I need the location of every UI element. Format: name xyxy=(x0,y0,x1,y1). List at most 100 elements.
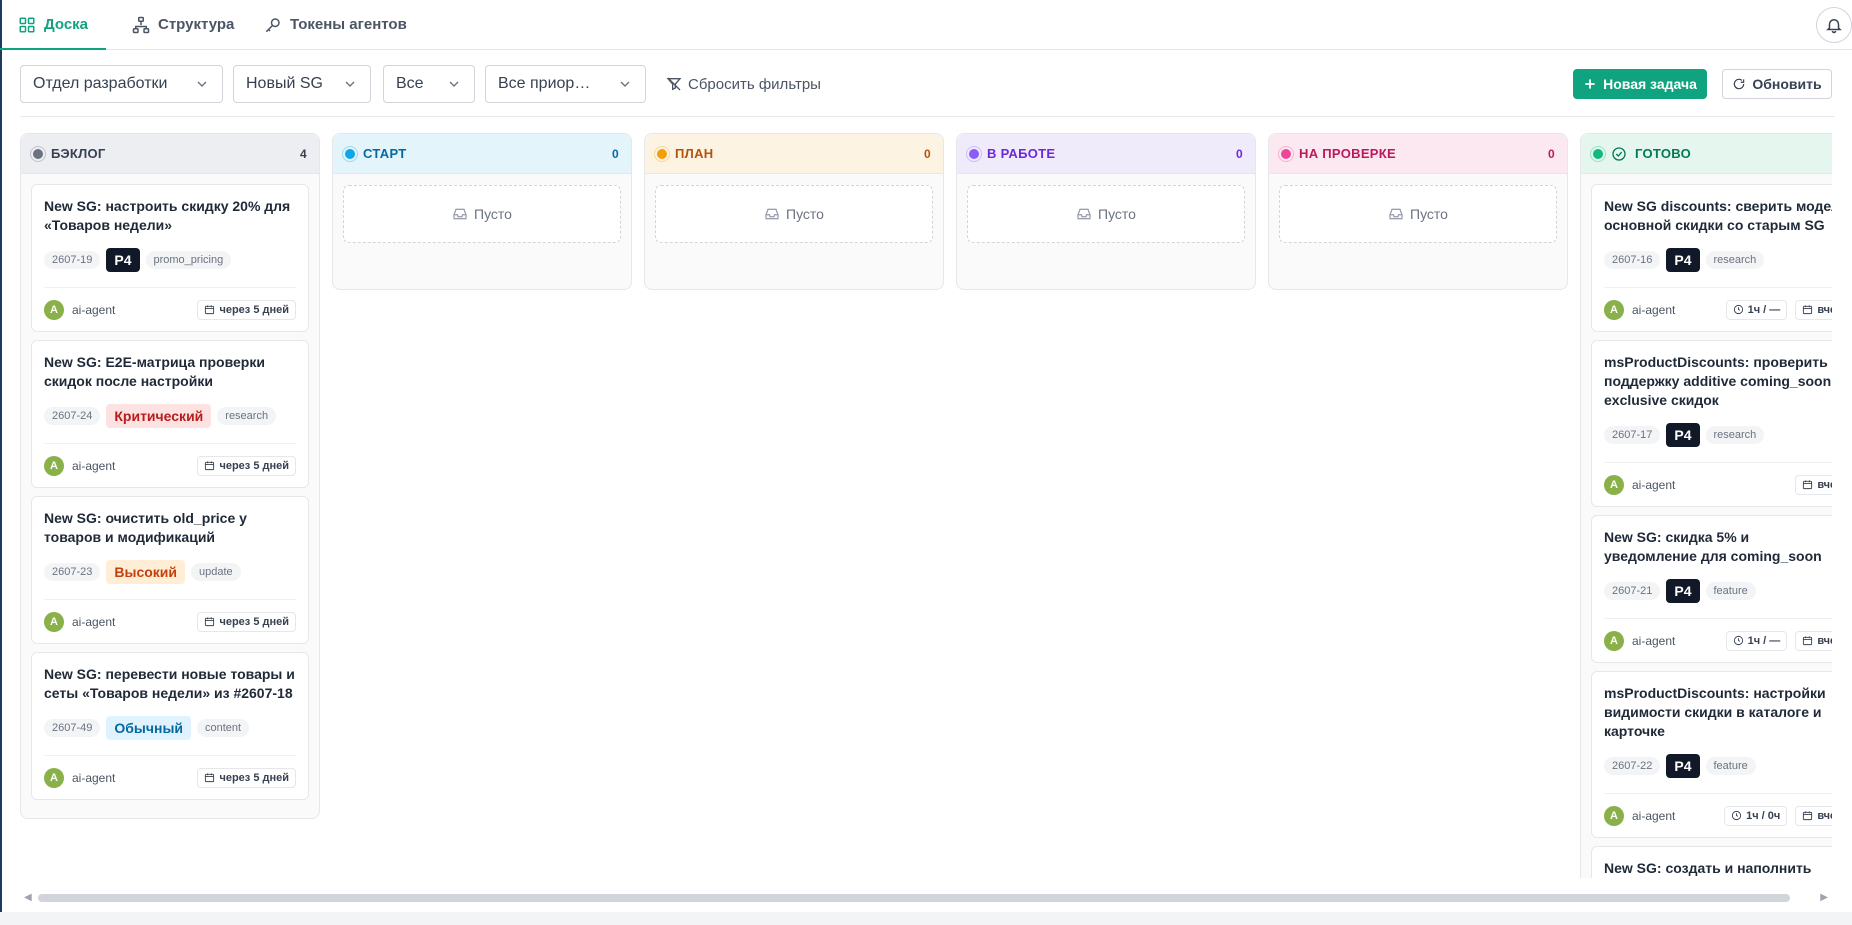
column-header[interactable]: СТАРТ 0 xyxy=(333,134,631,174)
task-card[interactable]: New SG discounts: сверить модель основной… xyxy=(1591,184,1832,332)
assignee-name: ai-agent xyxy=(72,302,116,317)
column-count: 0 xyxy=(1548,146,1555,161)
task-card[interactable]: msProductDiscounts: настройки видимости с… xyxy=(1591,671,1832,838)
time-estimate: 1ч / — xyxy=(1725,630,1788,651)
assignee-name: ai-agent xyxy=(72,614,116,629)
refresh-button[interactable]: Обновить xyxy=(1722,69,1832,99)
assignee-name: ai-agent xyxy=(1632,302,1676,317)
topic-tag: feature xyxy=(1705,757,1756,775)
card-meta: через 5 дней xyxy=(197,611,296,632)
card-footer: Aai-agent через 5 дней xyxy=(44,755,296,799)
refresh-label: Обновить xyxy=(1752,76,1822,92)
column-title: БЭКЛОГ xyxy=(51,146,106,161)
department-value: Отдел разработки xyxy=(33,75,168,92)
new-task-button[interactable]: Новая задача xyxy=(1573,69,1707,99)
due-date: вчера xyxy=(1795,299,1832,320)
priority-badge: P4 xyxy=(1666,579,1700,603)
due-date: через 5 дней xyxy=(197,767,296,788)
reset-filters-button[interactable]: Сбросить фильтры xyxy=(666,65,821,103)
board-column: СТАРТ 0 Пусто xyxy=(332,133,632,290)
priority-badge: Высокий xyxy=(106,560,185,584)
status-select[interactable]: Все xyxy=(383,65,475,103)
due-date-value: через 5 дней xyxy=(219,459,289,472)
chevron-down-icon xyxy=(620,81,630,87)
column-count: 0 xyxy=(612,146,619,161)
calendar-icon xyxy=(205,461,215,471)
card-tags: 2607-24 Критический research xyxy=(44,403,296,429)
column-title: ГОТОВО xyxy=(1635,146,1692,161)
chevron-down-icon xyxy=(197,81,207,87)
horizontal-scrollbar[interactable]: ◀ ▶ xyxy=(20,891,1832,903)
calendar-icon xyxy=(1803,305,1813,315)
column-header[interactable]: НА ПРОВЕРКЕ 0 xyxy=(1269,134,1567,174)
empty-column-placeholder: Пусто xyxy=(1279,185,1557,243)
task-id-badge: 2607-22 xyxy=(1604,757,1661,775)
tab-board[interactable]: Доска xyxy=(0,0,107,50)
key-icon xyxy=(265,17,280,32)
due-date-value: вчера xyxy=(1817,303,1832,316)
clock-icon xyxy=(1733,304,1743,315)
assignee-name: ai-agent xyxy=(72,770,116,785)
column-status-dot xyxy=(33,148,43,159)
task-card[interactable]: msProductDiscounts: проверить поддержку a… xyxy=(1591,340,1832,507)
board-column: БЭКЛОГ 4 New SG: настроить скидку 20% для «… xyxy=(20,133,320,819)
column-header[interactable]: ГОТОВО xyxy=(1581,134,1832,174)
card-title-line: уведомление для coming_soon xyxy=(1604,548,1822,564)
inbox-icon xyxy=(765,208,779,220)
task-card[interactable]: New SG: перевести новые товары и сеты «То… xyxy=(31,652,309,800)
card-title: New SG: создать и наполнитьраздел «Товар… xyxy=(1604,859,1832,878)
column-status-dot xyxy=(657,148,667,159)
column-header[interactable]: ПЛАН 0 xyxy=(645,134,943,174)
clock-icon xyxy=(1732,810,1742,821)
due-date-value: через 5 дней xyxy=(219,615,289,628)
topic-tag: research xyxy=(1705,426,1765,444)
calendar-icon xyxy=(205,773,215,783)
card-title-line: сеты «Товаров недели» из #2607-18 xyxy=(44,685,293,701)
calendar-icon xyxy=(1803,480,1813,490)
filter-bar: Отдел разработки Новый SG Все Все приор…… xyxy=(0,50,1852,118)
card-title-line: New SG: E2E-матрица проверки xyxy=(44,354,265,370)
card-footer: Aai-agent 1ч / — вчера xyxy=(1604,618,1832,662)
scrollbar-thumb[interactable] xyxy=(38,894,1790,902)
empty-label: Пусто xyxy=(474,206,512,222)
priority-select[interactable]: Все приор… xyxy=(485,65,646,103)
assignee-name: ai-agent xyxy=(1632,477,1676,492)
tab-agent-tokens-label: Токены агентов xyxy=(290,16,407,33)
card-tags: 2607-22 P4 feature xyxy=(1604,753,1832,779)
task-id-badge: 2607-17 xyxy=(1604,426,1661,444)
avatar: A xyxy=(44,611,64,632)
card-footer: Aai-agent через 5 дней xyxy=(44,599,296,643)
department-select[interactable]: Отдел разработки xyxy=(20,65,223,103)
scroll-right-icon[interactable]: ▶ xyxy=(1820,892,1828,903)
project-select[interactable]: Новый SG xyxy=(233,65,371,103)
column-body: New SG discounts: сверить модель основной… xyxy=(1581,174,1832,878)
clock-icon xyxy=(1733,635,1743,646)
task-card[interactable]: New SG: очистить old_price у товаров и мо… xyxy=(31,496,309,644)
tab-structure[interactable]: Структура xyxy=(132,0,234,49)
avatar: A xyxy=(44,299,64,320)
task-card[interactable]: New SG: скидка 5% и уведомление для comin… xyxy=(1591,515,1832,663)
task-card[interactable]: New SG: E2E-матрица проверки скидок после… xyxy=(31,340,309,488)
card-title-line: товаров и модификаций xyxy=(44,529,216,545)
column-status-dot xyxy=(1593,148,1603,159)
board-column: НА ПРОВЕРКЕ 0 Пусто xyxy=(1268,133,1568,290)
card-footer: Aai-agent через 5 дней xyxy=(44,287,296,331)
tab-agent-tokens[interactable]: Токены агентов xyxy=(264,0,407,49)
task-card[interactable]: New SG: создать и наполнитьраздел «Товар… xyxy=(1591,846,1832,878)
board-column: В РАБОТЕ 0 Пусто xyxy=(956,133,1256,290)
column-header[interactable]: В РАБОТЕ 0 xyxy=(957,134,1255,174)
time-estimate-value: 1ч / — xyxy=(1747,303,1781,316)
card-meta: через 5 дней xyxy=(197,455,296,476)
notifications-button[interactable] xyxy=(1816,7,1852,43)
card-title-line: New SG: скидка 5% и xyxy=(1604,529,1750,545)
priority-badge: P4 xyxy=(1666,423,1700,447)
avatar: A xyxy=(44,455,64,476)
card-title-line: New SG: очистить old_price у xyxy=(44,510,247,526)
column-header[interactable]: БЭКЛОГ 4 xyxy=(21,134,319,174)
column-status-dot xyxy=(345,148,355,159)
filter-off-icon xyxy=(666,77,682,91)
card-title-line: карточке xyxy=(1604,723,1665,739)
card-title-line: основной скидки со старым SG xyxy=(1604,217,1825,233)
task-card[interactable]: New SG: настроить скидку 20% для «Товаров… xyxy=(31,184,309,332)
scroll-left-icon[interactable]: ◀ xyxy=(24,892,32,903)
